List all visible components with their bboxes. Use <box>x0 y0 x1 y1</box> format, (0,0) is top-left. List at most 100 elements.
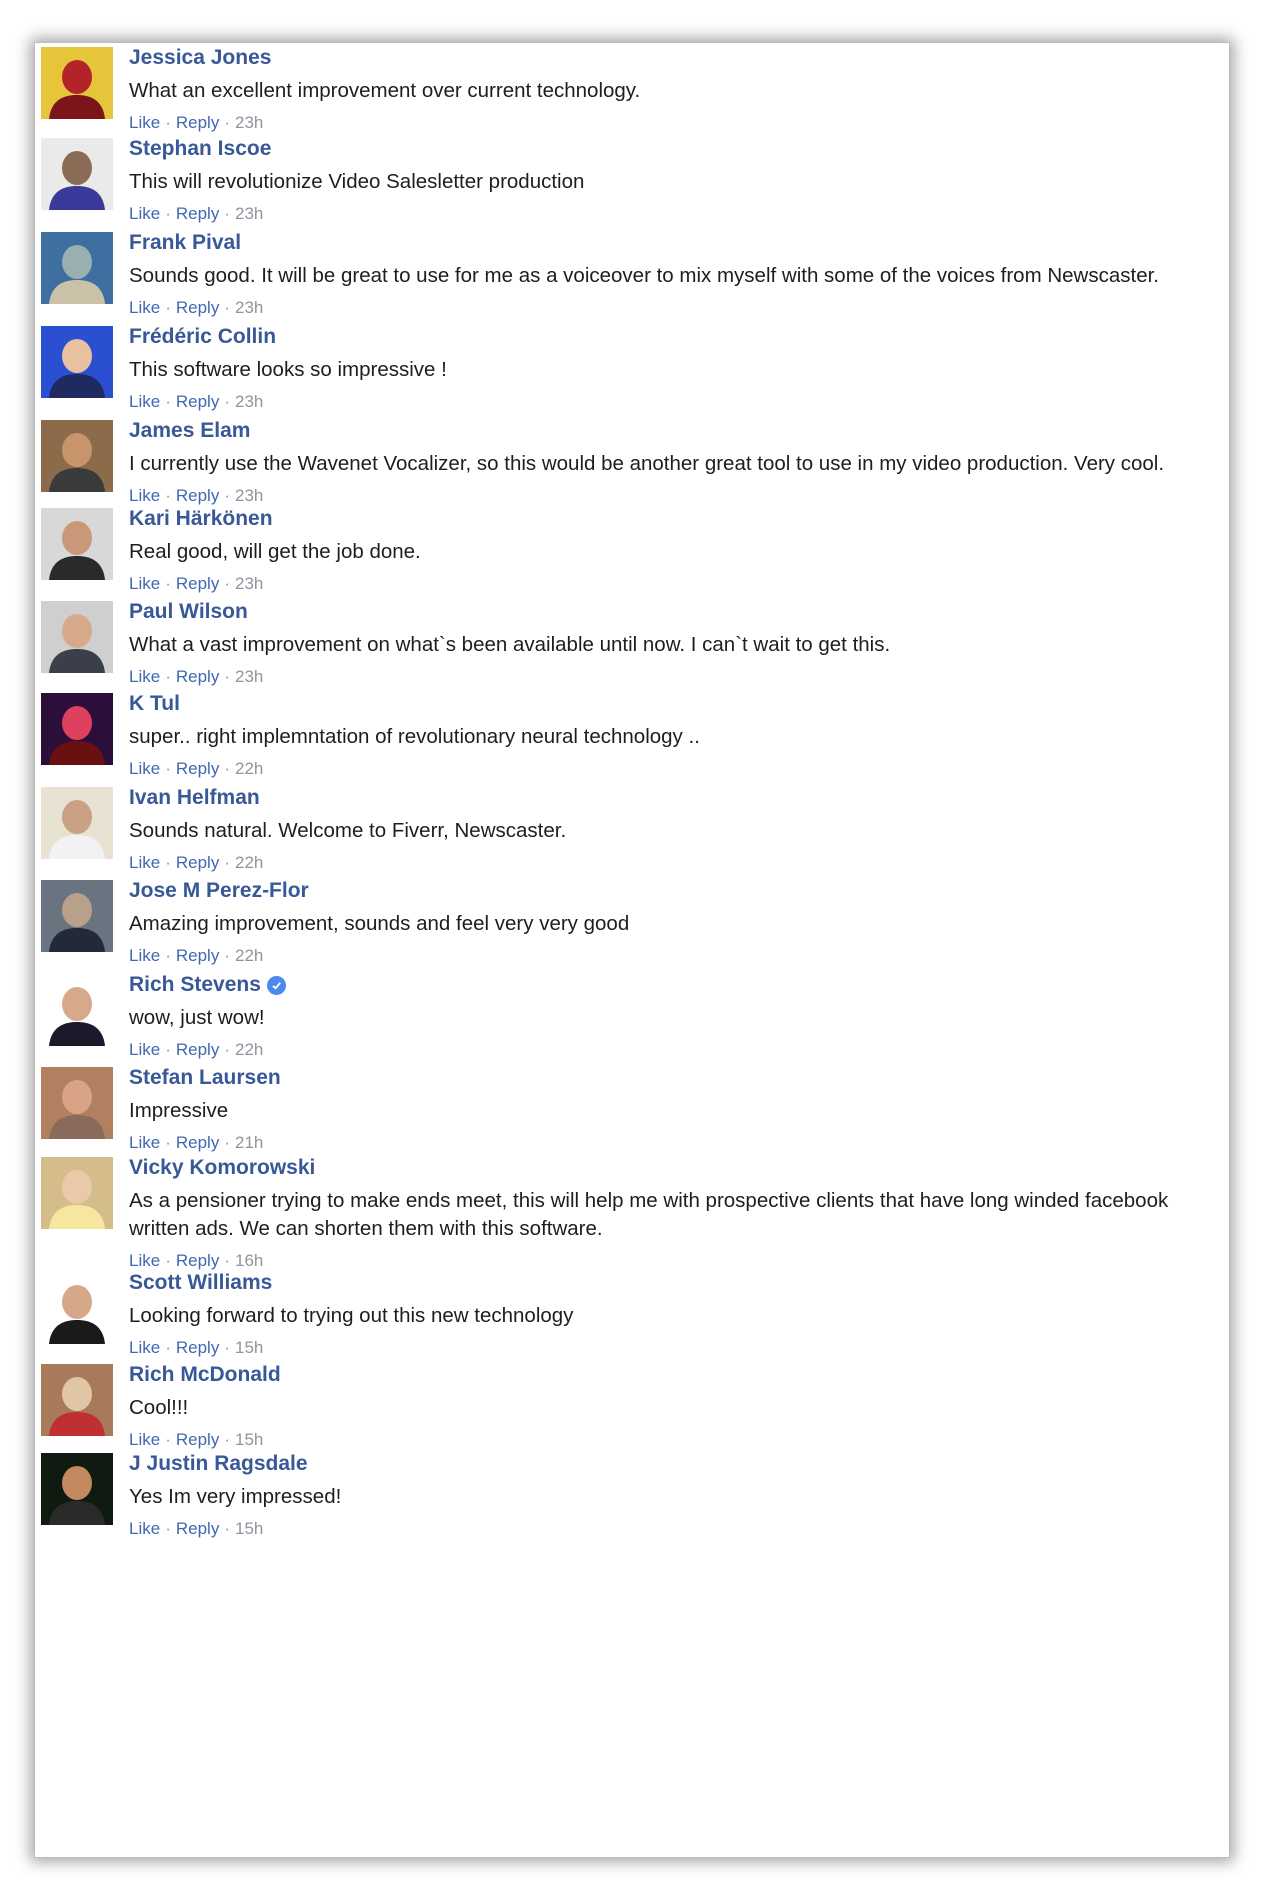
author-row: Vicky Komorowski <box>129 1153 1209 1183</box>
reply-link[interactable]: Reply <box>176 1430 219 1449</box>
reply-link[interactable]: Reply <box>176 574 219 593</box>
separator: · <box>165 486 171 505</box>
timestamp[interactable]: 15h <box>235 1519 263 1538</box>
reply-link[interactable]: Reply <box>176 1519 219 1538</box>
author-name-link[interactable]: James Elam <box>129 416 250 446</box>
timestamp[interactable]: 15h <box>235 1430 263 1449</box>
comments-panel: Jessica Jones What an excellent improvem… <box>34 42 1230 1858</box>
timestamp[interactable]: 22h <box>235 1040 263 1059</box>
author-name-link[interactable]: Stephan Iscoe <box>129 134 271 164</box>
reply-link[interactable]: Reply <box>176 667 219 686</box>
separator: · <box>224 574 230 593</box>
timestamp[interactable]: 23h <box>235 113 263 132</box>
reply-link[interactable]: Reply <box>176 486 219 505</box>
like-link[interactable]: Like <box>129 1519 160 1538</box>
avatar-man-blue-background[interactable] <box>41 326 113 398</box>
comment-text: wow, just wow! <box>129 1006 265 1029</box>
separator: · <box>224 1430 230 1449</box>
avatar-man-sunglasses[interactable] <box>41 138 113 210</box>
timestamp[interactable]: 22h <box>235 759 263 778</box>
avatar-man-white-cap[interactable] <box>41 787 113 859</box>
avatar-man-shades[interactable] <box>41 508 113 580</box>
like-link[interactable]: Like <box>129 298 160 317</box>
timestamp[interactable]: 23h <box>235 298 263 317</box>
avatar-man-bald[interactable] <box>41 1067 113 1139</box>
avatar-woman-blonde[interactable] <box>41 1157 113 1229</box>
comment-body: K Tul super.. right implemntation of rev… <box>129 689 1209 781</box>
author-name-link[interactable]: Rich Stevens <box>129 970 261 1000</box>
timestamp[interactable]: 15h <box>235 1338 263 1357</box>
like-link[interactable]: Like <box>129 486 160 505</box>
author-name-link[interactable]: Stefan Laursen <box>129 1063 281 1093</box>
avatar-man-office[interactable] <box>41 880 113 952</box>
author-name-link[interactable]: Vicky Komorowski <box>129 1153 315 1183</box>
like-link[interactable]: Like <box>129 574 160 593</box>
like-link[interactable]: Like <box>129 392 160 411</box>
comment-text: Amazing improvement, sounds and feel ver… <box>129 912 630 935</box>
avatar-man-suit-gray[interactable] <box>41 601 113 673</box>
reply-link[interactable]: Reply <box>176 759 219 778</box>
avatar-outdoor-truck[interactable] <box>41 232 113 304</box>
comment-text: What a vast improvement on what`s been a… <box>129 633 891 656</box>
author-name-link[interactable]: Kari Härkönen <box>129 504 273 534</box>
author-name-link[interactable]: Jose M Perez-Flor <box>129 876 309 906</box>
like-link[interactable]: Like <box>129 204 160 223</box>
author-row: Paul Wilson <box>129 597 1209 627</box>
reply-link[interactable]: Reply <box>176 392 219 411</box>
comment-body: Vicky Komorowski As a pensioner trying t… <box>129 1153 1209 1273</box>
like-link[interactable]: Like <box>129 667 160 686</box>
like-link[interactable]: Like <box>129 1133 160 1152</box>
reply-link[interactable]: Reply <box>176 204 219 223</box>
separator: · <box>224 1338 230 1357</box>
comment-body: Rich Stevens wow, just wow! Like · Reply · 2… <box>129 970 1209 1062</box>
avatar-tshirt[interactable] <box>41 47 113 119</box>
timestamp[interactable]: 23h <box>235 204 263 223</box>
like-link[interactable]: Like <box>129 1338 160 1357</box>
like-link[interactable]: Like <box>129 946 160 965</box>
separator: · <box>224 946 230 965</box>
timestamp[interactable]: 21h <box>235 1133 263 1152</box>
reply-link[interactable]: Reply <box>176 1040 219 1059</box>
timestamp[interactable]: 22h <box>235 946 263 965</box>
separator: · <box>165 1040 171 1059</box>
avatar-man-cap[interactable] <box>41 420 113 492</box>
verified-badge-icon <box>266 975 286 995</box>
timestamp[interactable]: 23h <box>235 486 263 505</box>
reply-link[interactable]: Reply <box>176 113 219 132</box>
reply-link[interactable]: Reply <box>176 1338 219 1357</box>
reply-link[interactable]: Reply <box>176 853 219 872</box>
like-link[interactable]: Like <box>129 113 160 132</box>
like-link[interactable]: Like <box>129 759 160 778</box>
avatar-man-standing[interactable] <box>41 1272 113 1344</box>
author-name-link[interactable]: Frédéric Collin <box>129 322 276 352</box>
reply-link[interactable]: Reply <box>176 298 219 317</box>
comment-text: Looking forward to trying out this new t… <box>129 1304 574 1327</box>
author-row: Rich McDonald <box>129 1360 1209 1390</box>
author-name-link[interactable]: Jessica Jones <box>129 43 271 73</box>
reply-link[interactable]: Reply <box>176 946 219 965</box>
separator: · <box>224 759 230 778</box>
timestamp[interactable]: 22h <box>235 853 263 872</box>
like-link[interactable]: Like <box>129 1430 160 1449</box>
author-name-link[interactable]: Frank Pival <box>129 228 241 258</box>
author-name-link[interactable]: J Justin Ragsdale <box>129 1449 308 1479</box>
like-link[interactable]: Like <box>129 853 160 872</box>
avatar-man-suit-tie[interactable] <box>41 974 113 1046</box>
separator: · <box>224 486 230 505</box>
separator: · <box>165 392 171 411</box>
author-name-link[interactable]: Scott Williams <box>129 1268 272 1298</box>
timestamp[interactable]: 23h <box>235 392 263 411</box>
comment-text: super.. right implemntation of revolutio… <box>129 725 700 748</box>
author-name-link[interactable]: Rich McDonald <box>129 1360 281 1390</box>
avatar-room-scene[interactable] <box>41 1364 113 1436</box>
author-name-link[interactable]: Paul Wilson <box>129 597 248 627</box>
author-name-link[interactable]: K Tul <box>129 689 180 719</box>
avatar-sunset-tree[interactable] <box>41 693 113 765</box>
author-name-link[interactable]: Ivan Helfman <box>129 783 260 813</box>
author-row: Ivan Helfman <box>129 783 1209 813</box>
reply-link[interactable]: Reply <box>176 1133 219 1152</box>
avatar-man-smiling[interactable] <box>41 1453 113 1525</box>
like-link[interactable]: Like <box>129 1040 160 1059</box>
timestamp[interactable]: 23h <box>235 667 263 686</box>
timestamp[interactable]: 23h <box>235 574 263 593</box>
